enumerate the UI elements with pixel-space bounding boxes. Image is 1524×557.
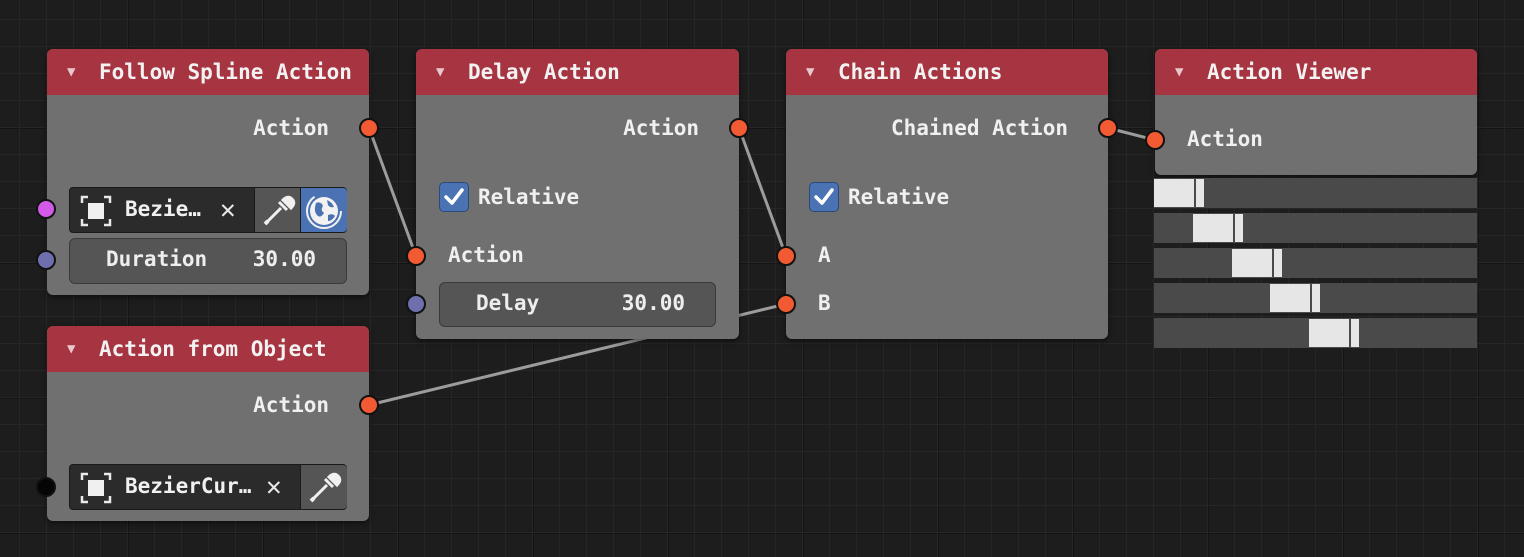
link-delay-to-chain-a xyxy=(737,127,788,257)
output-label-action: Action xyxy=(253,116,329,140)
collapse-triangle-icon[interactable]: ▼ xyxy=(806,64,838,80)
node-chain-actions[interactable]: ▼ Chain Actions Chained Action Relative … xyxy=(786,49,1108,339)
node-action-from-object[interactable]: ▼ Action from Object Action BezierCur… ✕ xyxy=(47,326,369,521)
timeline-segment xyxy=(1270,284,1320,312)
collapse-triangle-icon[interactable]: ▼ xyxy=(436,64,468,80)
delay-output-socket[interactable] xyxy=(729,118,749,138)
checkmark-icon xyxy=(814,188,834,205)
node-header[interactable]: ▼ Action Viewer xyxy=(1155,49,1477,95)
timeline-row xyxy=(1154,318,1477,348)
checkmark-icon xyxy=(444,188,464,205)
input-label-action: Action xyxy=(1187,127,1263,151)
action-from-object-output-socket[interactable] xyxy=(359,395,379,415)
object-picker[interactable]: Bezie… ✕ xyxy=(69,187,347,233)
output-label-action: Action xyxy=(623,116,699,140)
delay-field[interactable]: Delay 30.00 xyxy=(439,282,716,327)
follow-spline-object-input-socket[interactable] xyxy=(36,199,56,219)
input-label-a: A xyxy=(818,243,831,267)
collapse-triangle-icon[interactable]: ▼ xyxy=(1175,64,1207,80)
eyedropper-button[interactable] xyxy=(254,188,301,232)
timeline-row xyxy=(1154,213,1477,243)
duration-field[interactable]: Duration 30.00 xyxy=(69,238,347,284)
object-name: BezierCur… xyxy=(125,474,252,498)
timeline-tick xyxy=(1349,318,1351,348)
eyedropper-button[interactable] xyxy=(300,465,347,509)
node-delay-action[interactable]: ▼ Delay Action Action Relative Action De… xyxy=(416,49,739,339)
node-title: Chain Actions xyxy=(838,60,1003,84)
globe-icon xyxy=(306,193,342,229)
object-picker[interactable]: BezierCur… ✕ xyxy=(69,464,347,510)
node-header[interactable]: ▼ Chain Actions xyxy=(786,49,1108,95)
object-icon xyxy=(80,195,112,227)
world-space-toggle[interactable] xyxy=(300,188,347,232)
chain-input-a-socket[interactable] xyxy=(776,246,796,266)
duration-value: 30.00 xyxy=(252,247,316,271)
eyedropper-icon xyxy=(309,472,342,503)
timeline-segment xyxy=(1154,179,1204,207)
link-followspline-to-delay xyxy=(367,127,418,257)
timeline-row xyxy=(1154,283,1477,313)
clear-x-icon[interactable]: ✕ xyxy=(266,473,282,501)
delay-action-input-socket[interactable] xyxy=(406,246,426,266)
chain-output-socket[interactable] xyxy=(1098,118,1118,138)
output-label-action: Action xyxy=(253,393,329,417)
delay-value: 30.00 xyxy=(621,291,685,315)
collapse-triangle-icon[interactable]: ▼ xyxy=(67,341,99,357)
node-header[interactable]: ▼ Action from Object xyxy=(47,326,369,372)
node-title: Action Viewer xyxy=(1207,60,1372,84)
timeline-tick xyxy=(1272,248,1274,278)
clear-x-icon[interactable]: ✕ xyxy=(220,196,236,224)
timeline-segment xyxy=(1232,249,1282,277)
duration-label: Duration xyxy=(106,247,208,271)
timeline-row xyxy=(1154,178,1477,208)
node-follow-spline-action[interactable]: ▼ Follow Spline Action Action Bezie… ✕ D… xyxy=(47,49,369,295)
node-header[interactable]: ▼ Delay Action xyxy=(416,49,739,95)
timeline-segment xyxy=(1193,214,1243,242)
node-title: Action from Object xyxy=(99,337,327,361)
delay-label: Delay xyxy=(476,291,540,315)
relative-checkbox[interactable] xyxy=(439,182,469,212)
relative-label[interactable]: Relative xyxy=(478,185,579,209)
object-icon xyxy=(80,472,112,504)
input-label-action: Action xyxy=(448,243,524,267)
relative-label[interactable]: Relative xyxy=(848,185,949,209)
node-title: Delay Action xyxy=(468,60,620,84)
timeline-tick xyxy=(1194,178,1196,208)
node-title: Follow Spline Action xyxy=(99,60,352,84)
node-action-viewer[interactable]: ▼ Action Viewer Action xyxy=(1155,49,1477,175)
eyedropper-icon xyxy=(263,195,296,226)
follow-spline-duration-input-socket[interactable] xyxy=(36,250,56,270)
relative-checkbox[interactable] xyxy=(809,182,839,212)
input-label-b: B xyxy=(818,291,831,315)
delay-time-input-socket[interactable] xyxy=(406,294,426,314)
timeline-tick xyxy=(1233,213,1235,243)
object-name: Bezie… xyxy=(125,197,201,221)
viewer-input-socket[interactable] xyxy=(1145,130,1165,150)
node-header[interactable]: ▼ Follow Spline Action xyxy=(47,49,369,95)
chain-input-b-socket[interactable] xyxy=(776,294,796,314)
follow-spline-action-output-socket[interactable] xyxy=(359,118,379,138)
timeline-tick xyxy=(1310,283,1312,313)
action-from-object-input-socket[interactable] xyxy=(36,477,56,497)
collapse-triangle-icon[interactable]: ▼ xyxy=(67,64,99,80)
output-label-chained-action: Chained Action xyxy=(890,116,1068,140)
timeline-row xyxy=(1154,248,1477,278)
timeline-segment xyxy=(1309,319,1359,347)
